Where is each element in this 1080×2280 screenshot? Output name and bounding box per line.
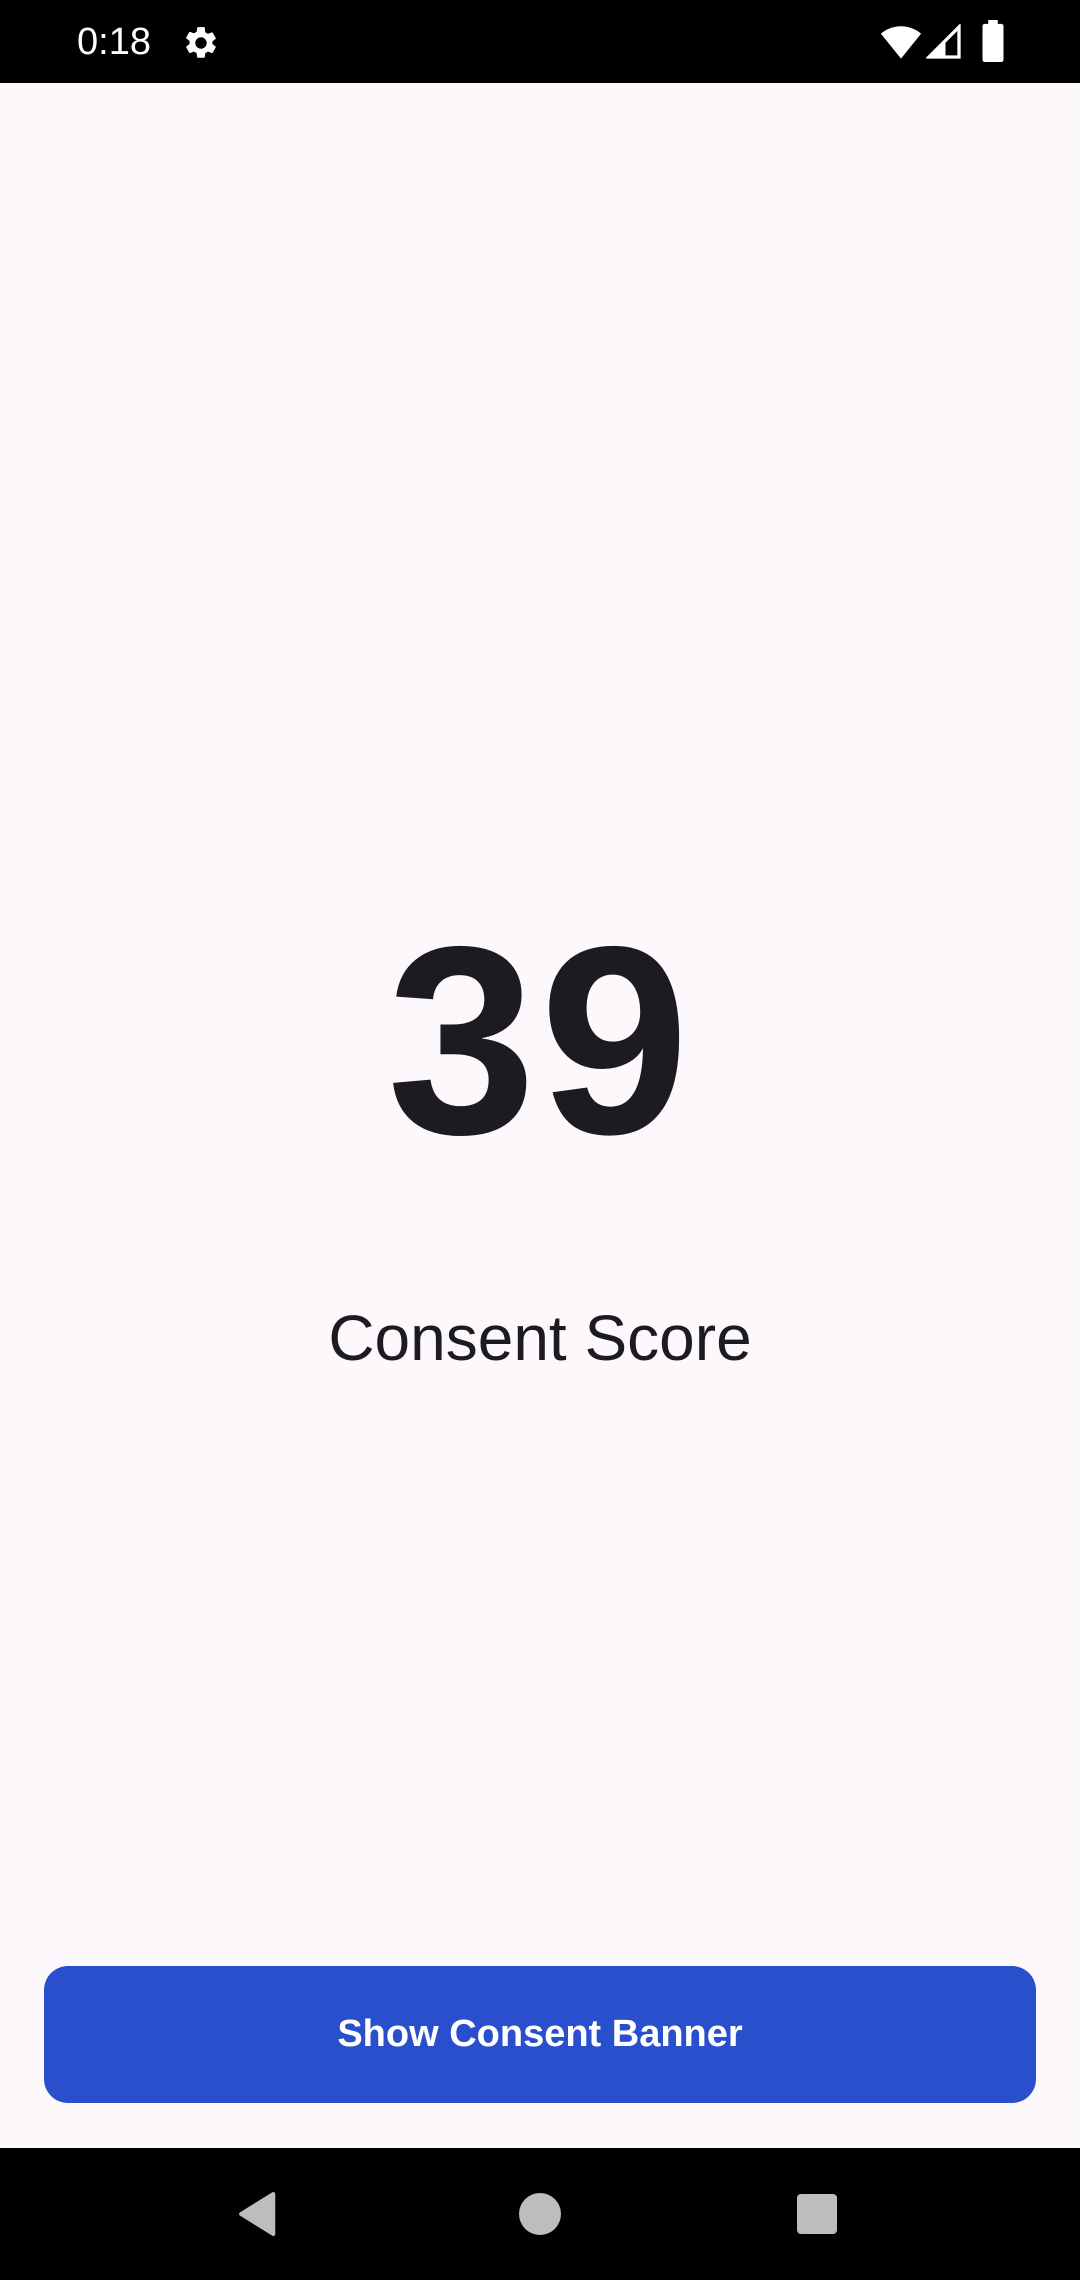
status-bar: 0:18 bbox=[0, 0, 1080, 83]
show-consent-banner-button[interactable]: Show Consent Banner bbox=[44, 1966, 1036, 2103]
navigation-bar bbox=[0, 2148, 1080, 2280]
home-icon[interactable] bbox=[519, 2193, 561, 2235]
cellular-signal-icon bbox=[926, 24, 961, 59]
app-screen: 0:18 39 Consent Score Show Consent Banne… bbox=[0, 0, 1080, 2280]
recents-icon[interactable] bbox=[797, 2194, 837, 2234]
battery-icon bbox=[982, 20, 1004, 62]
gear-icon bbox=[186, 27, 216, 58]
wifi-icon bbox=[880, 26, 922, 59]
back-icon[interactable] bbox=[236, 2191, 280, 2237]
status-time: 0:18 bbox=[77, 21, 151, 63]
consent-score-label: Consent Score bbox=[328, 1302, 752, 1374]
consent-score-value: 39 bbox=[386, 890, 694, 1190]
